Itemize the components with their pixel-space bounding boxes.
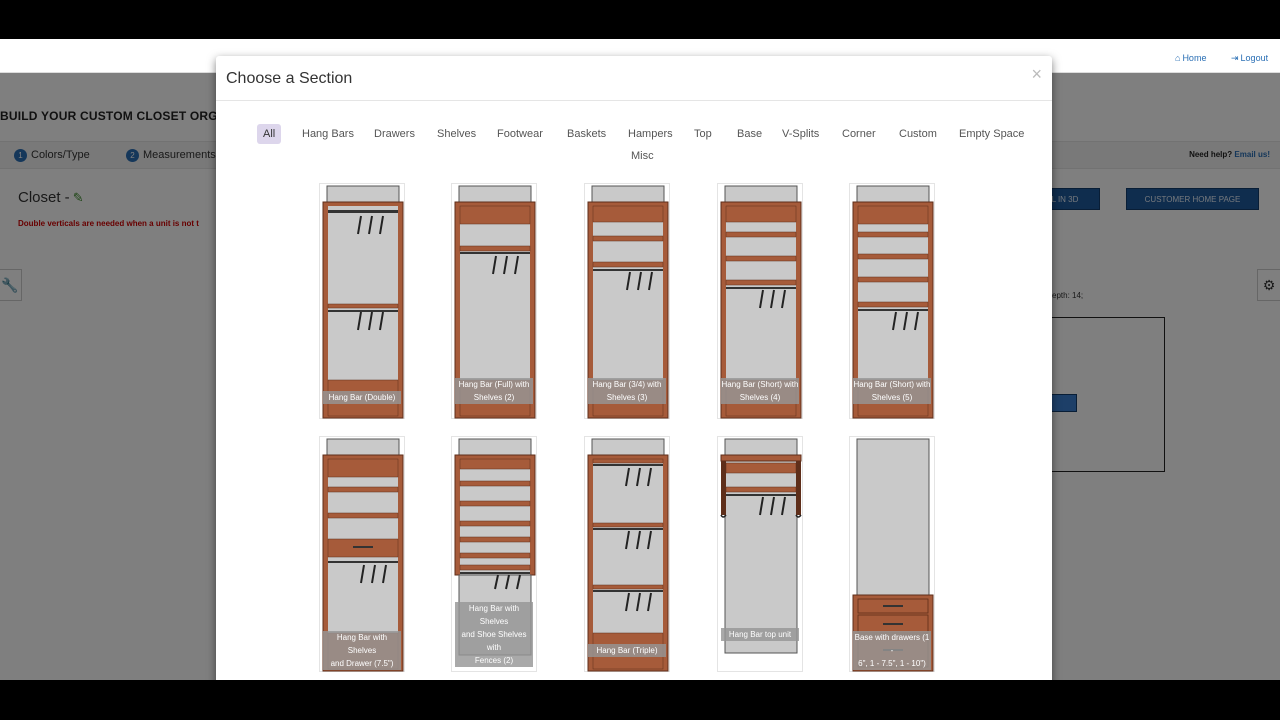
label-line: 6", 1 - 7.5", 1 - 10") [858,659,926,668]
section-card-hang-bar-3-4-shelves-3[interactable]: Hang Bar (3/4) with Shelves (3) [584,183,670,419]
label-line: and Drawer (7.5") [330,659,394,668]
label-line: Base with drawers (1 - [854,633,930,655]
section-card-hang-bar-full-shelves-2[interactable]: Hang Bar (Full) with Shelves (2) [451,183,537,419]
section-card-base-with-drawers[interactable]: Base with drawers (1 - 6", 1 - 7.5", 1 -… [849,436,935,672]
section-label: Hang Bar (Triple) [588,644,666,657]
modal-header: Choose a Section × [216,56,1052,101]
section-label: Hang Bar top unit [721,628,799,641]
section-illustration [587,438,669,672]
section-label: Hang Bar (Short) with Shelves (5) [853,378,931,404]
tab-drawers[interactable]: Drawers [374,128,415,140]
tab-hang-bars[interactable]: Hang Bars [302,128,354,140]
tab-shelves[interactable]: Shelves [437,128,476,140]
tab-misc[interactable]: Misc [631,150,654,162]
label-line: Shelves (4) [739,393,781,402]
label-line: and Shoe Shelves with [461,630,527,652]
tab-top[interactable]: Top [694,128,712,140]
section-label: Base with drawers (1 - 6", 1 - 7.5", 1 -… [853,631,931,670]
label-line: Hang Bar (Short) with [853,380,931,389]
screen: ⌂Home ⇥Logout BUILD YOUR CUSTOM CLOSET O… [0,0,1280,720]
label-line: Hang Bar (3/4) with [592,380,662,389]
section-filter-tabs: All Hang Bars Drawers Shelves Footwear B… [246,122,1024,166]
tab-v-splits[interactable]: V-Splits [782,128,819,140]
section-card-hang-bar-double[interactable]: Hang Bar (Double) [319,183,405,419]
tab-baskets[interactable]: Baskets [567,128,606,140]
label-line: Hang Bar (Full) with [458,380,530,389]
section-label: Hang Bar with Shelves and Shoe Shelves w… [455,602,533,667]
section-card-hang-bar-top-unit[interactable]: Hang Bar top unit [717,436,803,672]
section-card-hang-bar-short-shelves-4[interactable]: Hang Bar (Short) with Shelves (4) [717,183,803,419]
label-line: Shelves (3) [606,393,648,402]
label-line: Shelves (5) [871,393,913,402]
section-card-hang-bar-shelves-drawer[interactable]: Hang Bar with Shelves and Drawer (7.5") [319,436,405,672]
section-illustration [322,185,404,419]
label-line: Hang Bar (Double) [328,393,396,402]
app-window: ⌂Home ⇥Logout BUILD YOUR CUSTOM CLOSET O… [0,39,1280,680]
section-label: Hang Bar with Shelves and Drawer (7.5") [323,631,401,670]
logout-link[interactable]: ⇥ Logout [1231,53,1268,64]
tab-footwear[interactable]: Footwear [497,128,543,140]
label-line: Hang Bar with Shelves [468,604,520,626]
tab-corner[interactable]: Corner [842,128,876,140]
tab-base[interactable]: Base [737,128,762,140]
logout-icon: ⇥ [1231,53,1239,63]
section-label: Hang Bar (Full) with Shelves (2) [455,378,533,404]
close-icon[interactable]: × [1031,64,1042,85]
section-card-hang-bar-triple[interactable]: Hang Bar (Triple) [584,436,670,672]
tab-empty-space[interactable]: Empty Space [959,128,1024,140]
home-link[interactable]: ⌂ Home [1175,53,1206,63]
section-label: Hang Bar (3/4) with Shelves (3) [588,378,666,404]
section-label: Hang Bar (Short) with Shelves (4) [721,378,799,404]
tab-hampers[interactable]: Hampers [628,128,673,140]
section-card-hang-bar-short-shelves-5[interactable]: Hang Bar (Short) with Shelves (5) [849,183,935,419]
home-icon: ⌂ [1175,53,1181,63]
label-line: Hang Bar (Short) with [721,380,799,389]
label-line: Hang Bar with Shelves [336,633,388,655]
home-link-label: Home [1182,53,1207,63]
label-line: Shelves (2) [473,393,515,402]
label-line: Hang Bar (Triple) [596,646,658,655]
tab-custom[interactable]: Custom [899,128,937,140]
logout-link-label: Logout [1240,53,1269,63]
label-line: Fences (2) [474,656,514,665]
label-line: Hang Bar top unit [728,630,792,639]
choose-section-modal: Choose a Section × All Hang Bars Drawers… [216,56,1052,680]
section-card-hang-bar-shoe-shelves[interactable]: Hang Bar with Shelves and Shoe Shelves w… [451,436,537,672]
modal-title: Choose a Section [226,70,353,87]
section-label: Hang Bar (Double) [323,391,401,404]
tab-all[interactable]: All [257,124,282,144]
